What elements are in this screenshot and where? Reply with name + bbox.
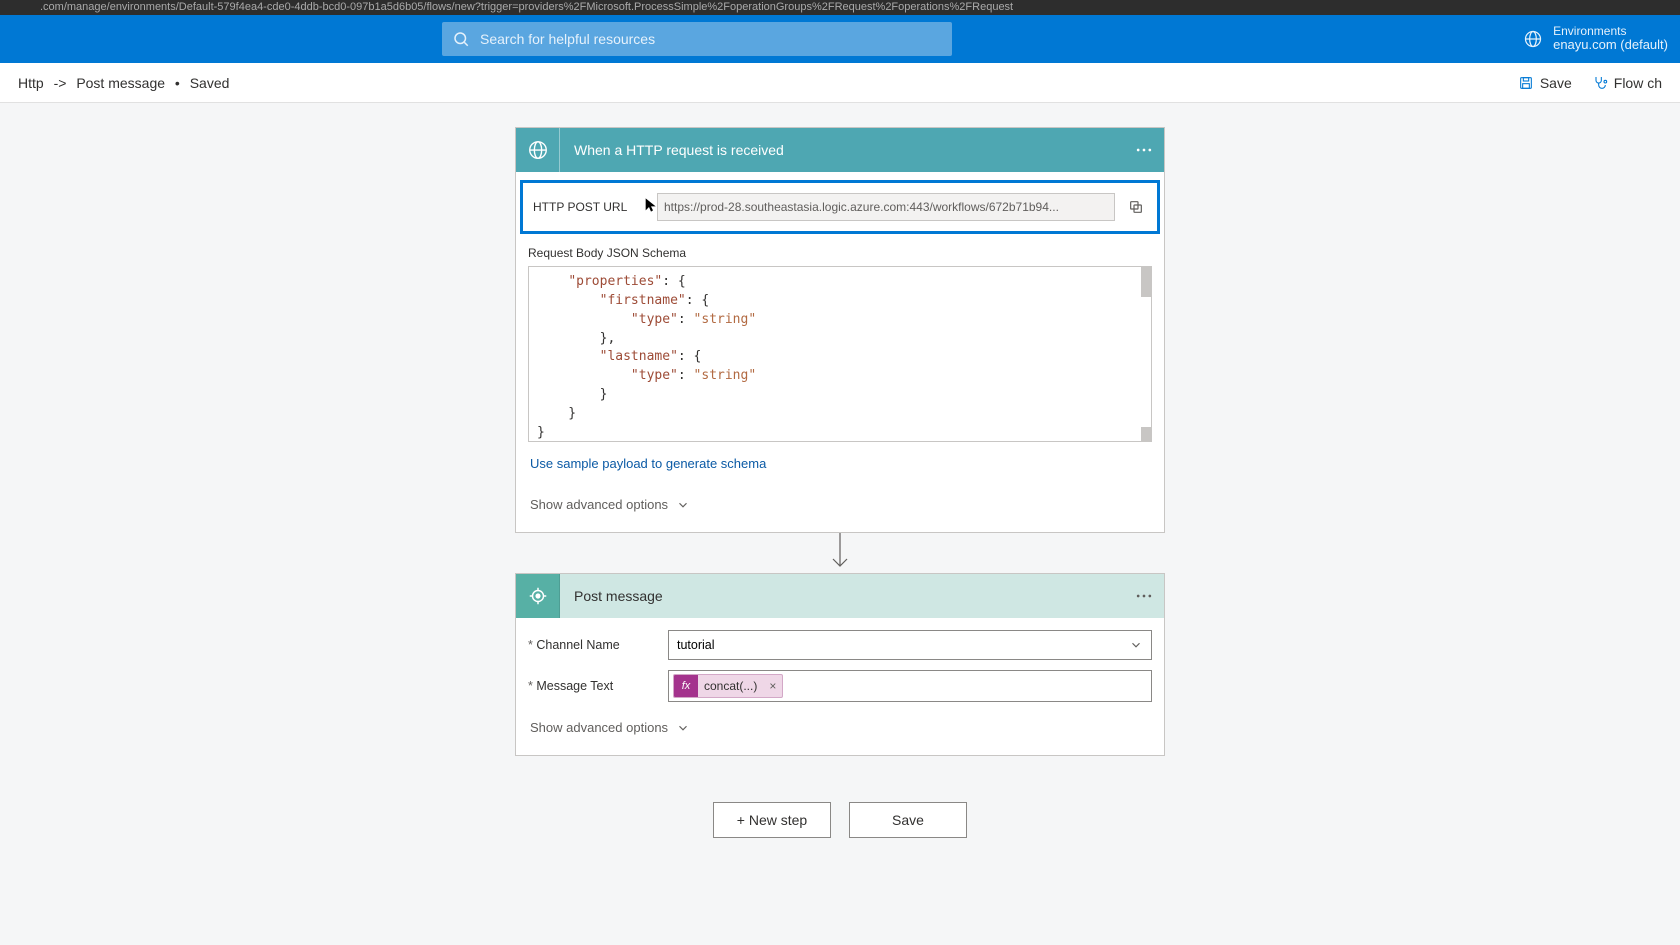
chevron-down-icon bbox=[676, 498, 690, 512]
http-post-url-label: HTTP POST URL bbox=[529, 200, 649, 214]
action-advanced-options[interactable]: Show advanced options bbox=[516, 704, 702, 735]
chevron-down-icon bbox=[1129, 638, 1143, 652]
scrollbar-thumb[interactable] bbox=[1141, 267, 1151, 297]
search-icon bbox=[452, 30, 470, 48]
save-button[interactable]: Save bbox=[849, 802, 967, 838]
search-wrap bbox=[442, 22, 952, 56]
action-card: Post message Channel Name tutorial Messa… bbox=[515, 573, 1165, 756]
channel-name-row: Channel Name tutorial bbox=[516, 622, 1164, 662]
chevron-down-icon bbox=[676, 721, 690, 735]
trigger-card-header[interactable]: When a HTTP request is received bbox=[516, 128, 1164, 172]
use-sample-payload-link[interactable]: Use sample payload to generate schema bbox=[516, 442, 1164, 471]
http-request-icon bbox=[516, 128, 560, 172]
save-icon bbox=[1518, 75, 1534, 91]
crumb-status: Saved bbox=[190, 75, 230, 91]
expression-token[interactable]: fx concat(...) × bbox=[673, 674, 783, 698]
channel-name-label: Channel Name bbox=[528, 638, 668, 652]
channel-name-select[interactable]: tutorial bbox=[668, 630, 1152, 660]
message-text-label: Message Text bbox=[528, 679, 668, 693]
advanced-options-label: Show advanced options bbox=[530, 720, 668, 735]
message-text-row: Message Text fx concat(...) × bbox=[516, 662, 1164, 704]
trigger-menu-button[interactable] bbox=[1134, 140, 1154, 165]
crumb-dot: • bbox=[175, 75, 180, 91]
channel-name-value: tutorial bbox=[677, 638, 715, 652]
copy-icon bbox=[1128, 199, 1144, 215]
flow-checker-label: Flow ch bbox=[1614, 75, 1662, 91]
top-bar: Environments enayu.com (default) bbox=[0, 15, 1680, 63]
environment-icon bbox=[1523, 29, 1543, 49]
trigger-advanced-options[interactable]: Show advanced options bbox=[516, 471, 702, 512]
crumb-part: Post message bbox=[76, 75, 165, 91]
flow-arrow bbox=[830, 533, 850, 573]
action-menu-button[interactable] bbox=[1134, 586, 1154, 611]
schema-label: Request Body JSON Schema bbox=[516, 238, 1164, 264]
advanced-options-label: Show advanced options bbox=[530, 497, 668, 512]
http-post-url-input[interactable] bbox=[657, 193, 1115, 221]
schema-editor[interactable]: "properties": { "firstname": { "type": "… bbox=[528, 266, 1152, 442]
message-text-input[interactable]: fx concat(...) × bbox=[668, 670, 1152, 702]
cursor-icon bbox=[643, 197, 659, 213]
trigger-title: When a HTTP request is received bbox=[574, 142, 784, 158]
copy-url-button[interactable] bbox=[1123, 194, 1149, 220]
action-title: Post message bbox=[574, 588, 663, 604]
flow-checker-action[interactable]: Flow ch bbox=[1592, 75, 1662, 91]
environment-switcher[interactable]: Environments enayu.com (default) bbox=[1523, 25, 1668, 52]
bottom-actions: + New step Save bbox=[713, 802, 967, 838]
browser-address-remnant: .com/manage/environments/Default-579f4ea… bbox=[0, 0, 1680, 15]
new-step-button[interactable]: + New step bbox=[713, 802, 831, 838]
scrollbar-thumb[interactable] bbox=[1141, 427, 1151, 441]
save-action[interactable]: Save bbox=[1518, 75, 1572, 91]
http-post-url-row: HTTP POST URL bbox=[520, 180, 1160, 234]
search-input[interactable] bbox=[442, 22, 952, 56]
expression-text: concat(...) bbox=[698, 679, 763, 693]
fx-badge: fx bbox=[674, 675, 698, 697]
breadcrumb-bar: Http -> Post message • Saved Save Flow c… bbox=[0, 63, 1680, 103]
remove-token-button[interactable]: × bbox=[763, 679, 782, 693]
save-label: Save bbox=[1540, 75, 1572, 91]
trigger-card: When a HTTP request is received HTTP POS… bbox=[515, 127, 1165, 533]
teams-icon bbox=[516, 574, 560, 618]
breadcrumb: Http -> Post message • Saved bbox=[18, 75, 229, 91]
action-card-header[interactable]: Post message bbox=[516, 574, 1164, 618]
crumb-arrow: -> bbox=[54, 75, 67, 91]
crumb-part: Http bbox=[18, 75, 44, 91]
environment-name: enayu.com (default) bbox=[1553, 38, 1668, 52]
stethoscope-icon bbox=[1592, 75, 1608, 91]
